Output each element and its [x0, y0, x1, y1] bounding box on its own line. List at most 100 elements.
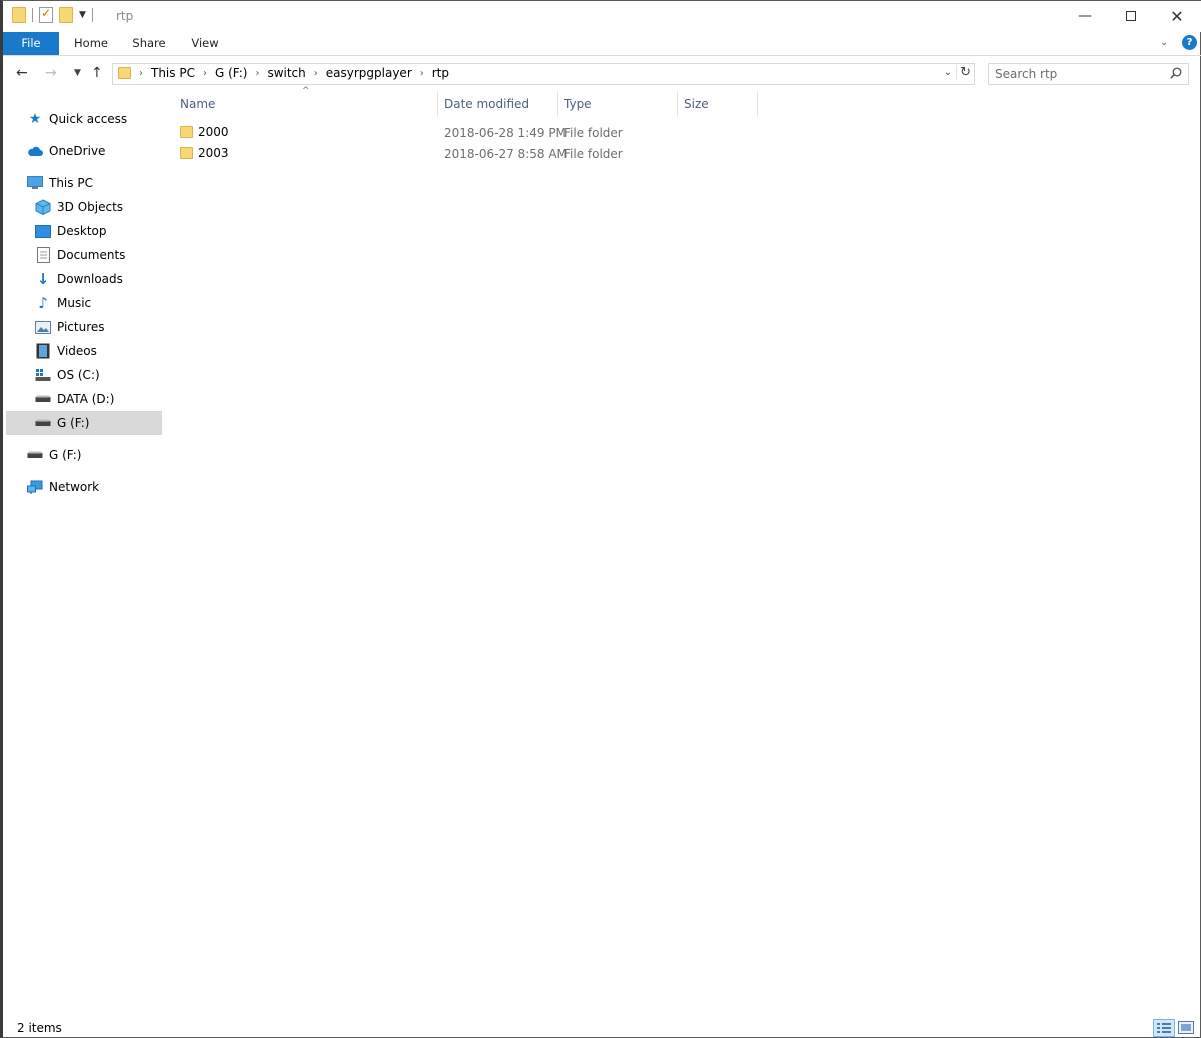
nav-item-label: Network	[49, 480, 100, 494]
close-button[interactable]: ✕	[1154, 1, 1200, 32]
breadcrumb-switch[interactable]: switch	[267, 66, 305, 80]
folder-icon	[118, 67, 131, 79]
column-divider[interactable]	[757, 91, 758, 117]
nav-item-os-c[interactable]: OS (C:)	[35, 363, 100, 387]
nav-item-label: This PC	[49, 176, 93, 190]
nav-item-label: 3D Objects	[57, 200, 124, 214]
nav-item-label: OneDrive	[49, 144, 106, 158]
navigation-pane: ★ Quick access OneDrive This PC 3D Objec…	[3, 91, 162, 1011]
breadcrumb-drive[interactable]: G (F:)	[215, 66, 248, 80]
breadcrumb-this-pc[interactable]: This PC	[151, 66, 195, 80]
nav-item-downloads[interactable]: ↓ Downloads	[35, 267, 123, 291]
help-button[interactable]: ?	[1182, 35, 1197, 50]
status-bar: 2 items	[3, 1017, 1201, 1038]
table-row[interactable]: 2000 2018-06-28 1:49 PM File folder	[180, 122, 760, 143]
drive-icon	[27, 447, 43, 463]
back-arrow-icon[interactable]: ←	[16, 65, 28, 81]
tab-share[interactable]: Share	[125, 32, 173, 55]
drive-icon	[35, 415, 51, 431]
nav-item-g-f[interactable]: G (F:)	[27, 443, 82, 467]
column-header-name[interactable]: Name	[180, 91, 435, 117]
chevron-right-icon[interactable]: ›	[203, 68, 207, 79]
close-icon: ✕	[1170, 7, 1184, 26]
tab-view[interactable]: View	[181, 32, 229, 55]
customize-toolbar-chevron-icon[interactable]: ▼	[79, 10, 86, 20]
nav-item-label: Music	[57, 296, 92, 310]
minimize-button[interactable]: —	[1062, 1, 1108, 32]
maximize-icon	[1126, 11, 1136, 21]
title-bar: ▼ rtp — ✕	[3, 1, 1201, 32]
nav-item-documents[interactable]: Documents	[35, 243, 125, 267]
minimize-icon: —	[1078, 8, 1092, 24]
address-bar[interactable]: › This PC › G (F:) › switch › easyrpgpla…	[112, 63, 975, 85]
forward-arrow-icon[interactable]: →	[45, 65, 57, 81]
folder-icon	[180, 147, 193, 159]
window-title: rtp	[116, 9, 134, 23]
new-folder-icon[interactable]	[59, 7, 73, 23]
navigation-bar: ← → ▼ ↑ › This PC › G (F:) › switch › ea…	[3, 57, 1201, 91]
details-view-button[interactable]	[1153, 1019, 1175, 1037]
refresh-icon[interactable]: ↻	[956, 65, 971, 80]
address-history-chevron-icon[interactable]: ⌄	[944, 67, 952, 78]
download-arrow-icon: ↓	[36, 270, 50, 288]
search-input[interactable]	[995, 64, 1165, 84]
tab-home[interactable]: Home	[67, 32, 115, 55]
expand-ribbon-chevron-icon[interactable]: ⌄	[1160, 37, 1168, 48]
nav-item-music[interactable]: ♪ Music	[35, 291, 91, 315]
nav-item-label: Quick access	[49, 112, 128, 126]
toolbar-divider	[32, 8, 33, 22]
desktop-icon	[35, 223, 51, 239]
file-name: 2000	[198, 125, 229, 139]
breadcrumb-rtp[interactable]: rtp	[432, 66, 449, 80]
search-box[interactable]	[988, 63, 1189, 85]
nav-item-videos[interactable]: Videos	[35, 339, 97, 363]
nav-item-3d-objects[interactable]: 3D Objects	[35, 195, 123, 219]
nav-item-label: Videos	[57, 344, 97, 358]
tab-file[interactable]: File	[3, 32, 59, 55]
chevron-right-icon[interactable]: ›	[420, 68, 424, 79]
nav-item-desktop[interactable]: Desktop	[35, 219, 107, 243]
network-icon	[27, 479, 43, 495]
nav-item-data-d[interactable]: DATA (D:)	[35, 387, 114, 411]
column-divider[interactable]	[437, 91, 438, 117]
nav-item-label: OS (C:)	[57, 368, 100, 382]
cloud-icon	[27, 143, 43, 159]
film-icon	[35, 343, 51, 359]
nav-item-quick-access[interactable]: ★ Quick access	[27, 107, 127, 131]
chevron-right-icon[interactable]: ›	[314, 68, 318, 79]
breadcrumb-easyrpgplayer[interactable]: easyrpgplayer	[326, 66, 412, 80]
nav-item-this-pc[interactable]: This PC	[27, 171, 93, 195]
document-icon	[35, 247, 51, 263]
chevron-right-icon[interactable]: ›	[255, 68, 259, 79]
column-header-size[interactable]: Size	[684, 91, 754, 117]
recent-locations-chevron-icon[interactable]: ▼	[74, 68, 81, 78]
nav-item-network[interactable]: Network	[27, 475, 99, 499]
column-header-type[interactable]: Type	[564, 91, 674, 117]
chevron-right-icon[interactable]: ›	[139, 68, 143, 79]
file-name-cell: 2000	[180, 125, 229, 139]
ribbon-tabs: File Home Share View	[3, 32, 1201, 56]
nav-item-g-f-selected[interactable]: G (F:)	[6, 411, 162, 435]
drive-icon	[35, 391, 51, 407]
type-cell: File folder	[564, 147, 623, 161]
item-count: 2 items	[17, 1021, 62, 1035]
column-divider[interactable]	[677, 91, 678, 117]
folder-icon[interactable]	[12, 7, 26, 23]
date-modified-cell: 2018-06-28 1:49 PM	[444, 126, 566, 140]
maximize-button[interactable]	[1108, 1, 1154, 32]
details-view-icon	[1157, 1023, 1171, 1033]
nav-item-label: Downloads	[57, 272, 123, 286]
search-icon[interactable]	[1170, 67, 1182, 79]
nav-item-onedrive[interactable]: OneDrive	[27, 139, 105, 163]
nav-item-label: Pictures	[57, 320, 105, 334]
properties-icon[interactable]	[39, 6, 53, 23]
star-icon: ★	[28, 111, 42, 127]
up-arrow-icon[interactable]: ↑	[91, 65, 103, 81]
table-row[interactable]: 2003 2018-06-27 8:58 AM File folder	[180, 143, 760, 164]
column-header-date-modified[interactable]: Date modified	[444, 91, 554, 117]
cube-icon	[35, 199, 51, 215]
nav-item-pictures[interactable]: Pictures	[35, 315, 105, 339]
nav-item-label: G (F:)	[49, 448, 82, 462]
large-icons-view-icon[interactable]	[1178, 1021, 1194, 1035]
column-divider[interactable]	[557, 91, 558, 117]
